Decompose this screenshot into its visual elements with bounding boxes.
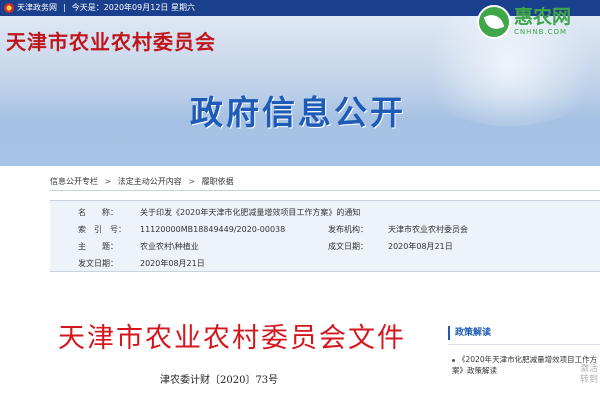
policy-interpretation-panel: 政策解读 《2020年天津市化肥减量增效项目工作方案》政策解读 bbox=[448, 326, 600, 400]
document-info-table: 名 称： 关于印发《2020年天津市化肥减量增效项目工作方案》的通知 索 引 号… bbox=[50, 200, 600, 272]
activation-line-2: 转到 bbox=[580, 375, 599, 385]
breadcrumb-divider bbox=[50, 190, 600, 191]
breadcrumb-separator: > bbox=[104, 177, 112, 186]
title-label: 名 称： bbox=[78, 208, 118, 217]
topic-value: 农业农村\种植业 bbox=[140, 242, 199, 251]
topbar-separator: | bbox=[63, 3, 66, 12]
activation-watermark: 激活 转到 bbox=[580, 364, 598, 386]
current-date: 今天是：2020年09月12日 星期六 bbox=[71, 3, 195, 12]
section-title: 政府信息公开 bbox=[190, 93, 406, 132]
breadcrumb-item-statutory[interactable]: 法定主动公开内容 bbox=[118, 177, 182, 186]
document-heading: 天津市农业农村委员会文件 bbox=[58, 323, 406, 354]
index-value: 11120000MB18849449/2020-00038 bbox=[140, 225, 286, 234]
logo-name: 惠农网 bbox=[514, 6, 572, 28]
info-row-index: 索 引 号： 11120000MB18849449/2020-00038 发布机… bbox=[50, 221, 600, 239]
activation-line-1: 激活 bbox=[580, 364, 599, 374]
portal-link[interactable]: 天津政务网 bbox=[17, 0, 57, 16]
bullet-icon bbox=[452, 358, 455, 362]
policy-link[interactable]: 《2020年天津市化肥减量增效项目工作方案》政策解读 bbox=[452, 354, 600, 376]
document-number: 津农委计财〔2020〕73号 bbox=[160, 375, 279, 386]
watermark-logo: 惠农网 CNHNB.COM bbox=[477, 2, 600, 42]
national-emblem-icon bbox=[4, 3, 14, 13]
leaf-icon bbox=[477, 5, 511, 39]
info-row-topic: 主 题： 农业农村\种植业 成文日期： 2020年08月21日 bbox=[50, 238, 600, 256]
index-label: 索 引 号： bbox=[78, 225, 126, 234]
info-row-title: 名 称： 关于印发《2020年天津市化肥减量增效项目工作方案》的通知 bbox=[50, 204, 600, 222]
site-title[interactable]: 天津市农业农村委员会 bbox=[6, 26, 216, 55]
breadcrumb: 信息公开专栏 > 法定主动公开内容 > 履职依据 bbox=[50, 176, 234, 187]
breadcrumb-item-basis[interactable]: 履职依据 bbox=[202, 177, 234, 186]
created-date-value: 2020年08月21日 bbox=[388, 242, 453, 251]
title-value: 关于印发《2020年天津市化肥减量增效项目工作方案》的通知 bbox=[140, 208, 361, 217]
published-date-label: 发文日期： bbox=[78, 259, 118, 268]
panel-heading: 政策解读 bbox=[448, 326, 491, 340]
page: 天津政务网 | 今天是：2020年09月12日 星期六 天津市农业农村委员会 政… bbox=[0, 0, 600, 400]
panel-divider bbox=[448, 344, 600, 345]
breadcrumb-separator: > bbox=[188, 177, 196, 186]
logo-domain: CNHNB.COM bbox=[514, 28, 568, 36]
info-row-published: 发文日期： 2020年08月21日 bbox=[50, 255, 600, 273]
breadcrumb-item-open-info[interactable]: 信息公开专栏 bbox=[50, 177, 98, 186]
published-date-value: 2020年08月21日 bbox=[140, 259, 205, 268]
issuer-value: 天津市农业农村委员会 bbox=[388, 225, 468, 234]
policy-link-label: 《2020年天津市化肥减量增效项目工作方案》政策解读 bbox=[452, 355, 598, 375]
topic-label: 主 题： bbox=[78, 242, 118, 251]
